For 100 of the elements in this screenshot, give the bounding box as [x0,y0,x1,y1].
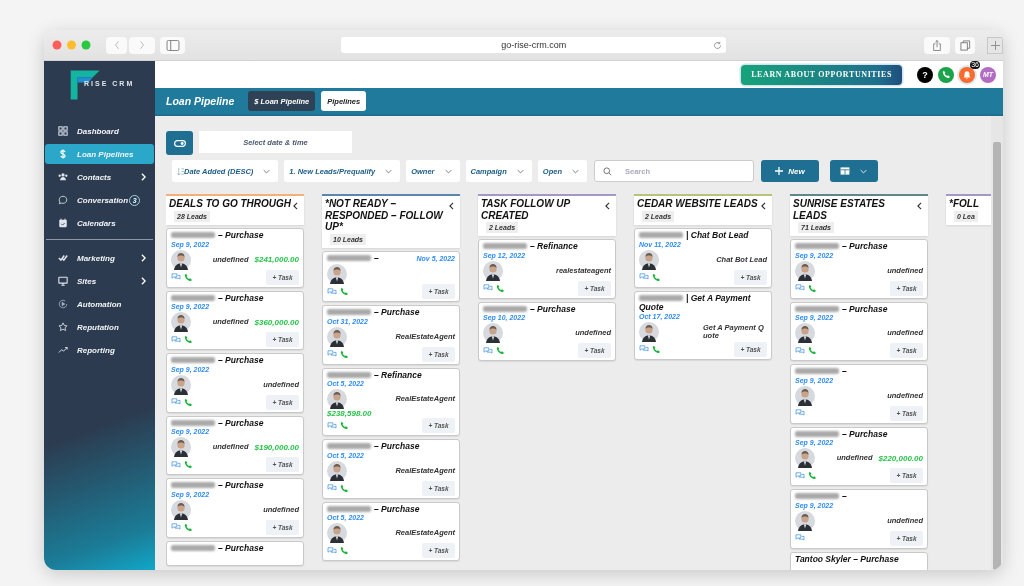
chat-icon[interactable] [171,273,181,281]
tabs-button[interactable] [954,36,976,54]
lead-title: – Purchase [171,356,264,366]
collapse-icon[interactable] [293,202,298,210]
collapse-icon[interactable] [917,202,922,210]
phone-icon[interactable] [808,283,817,293]
lead-title: | Chat Bot Lead [639,231,749,241]
sidebar-item[interactable]: Calendars [45,213,154,233]
sidebar-item[interactable]: Automation [45,294,154,314]
lead-card[interactable]: Tantoo Skyler – Purchase [790,551,928,570]
phone-icon[interactable] [808,471,817,480]
avatar [171,499,191,520]
help-button[interactable]: ? [917,66,933,83]
phone-icon[interactable] [340,349,349,359]
chat-icon[interactable] [795,409,805,417]
lead-title: – Purchase [795,304,888,314]
phone-icon[interactable] [184,460,193,469]
notifications-button[interactable] [959,66,975,83]
address-bar[interactable]: go-rise-crm.com [341,37,727,53]
lead-title: – Purchase [327,442,420,452]
phone-button[interactable] [938,66,954,83]
phone-icon[interactable] [496,346,505,355]
phone-icon[interactable] [340,421,349,430]
lead-title: – Purchase [171,481,264,491]
people-icon [58,172,68,182]
lead-card[interactable]: – Purchase [166,540,304,566]
phone-icon[interactable] [340,287,349,296]
column-title: CEDAR WEBSITE LEADS [637,198,759,210]
phone-icon[interactable] [184,522,193,532]
learn-opportunities-button[interactable]: LEARN ABOUT OPPORTUNITIES [741,64,902,85]
chat-icon[interactable] [327,421,337,430]
phone-icon[interactable] [340,483,349,493]
phone-icon[interactable] [184,335,193,344]
chevron-down-icon [860,168,868,174]
collapse-icon[interactable] [449,202,454,210]
chat-icon[interactable] [795,471,805,480]
chat-icon[interactable] [171,335,181,344]
avatar [327,264,347,284]
sidebar-item[interactable]: Sites [45,271,154,291]
phone-icon[interactable] [652,272,661,282]
chat-icon[interactable] [795,534,805,542]
chevron-left-icon [113,40,120,50]
chevron-down-icon [516,168,524,174]
phone-icon[interactable] [340,546,349,555]
chat-icon[interactable] [171,460,181,469]
avatar [483,323,503,343]
chat-icon[interactable] [483,346,493,355]
phone-icon[interactable] [808,346,817,355]
lead-title: – Purchase [327,504,420,514]
view-toggle-button[interactable] [829,160,878,182]
sidebar-toggle-button[interactable] [160,36,186,54]
lead-title: – Purchase [795,429,888,439]
lead-title: – Purchase [171,293,264,303]
collapse-icon[interactable] [605,202,610,210]
column-title: *FOLL [949,198,980,210]
chevron-down-icon [571,168,579,174]
toggle-button[interactable] [166,131,193,155]
sidebar-item[interactable]: Dashboard [45,121,154,141]
chat-icon[interactable] [795,346,805,355]
lead-title: – Refinance [483,242,578,252]
lead-title: – [795,492,847,502]
avatar [795,448,815,468]
sidebar-item[interactable]: Reporting [45,340,154,360]
chat-icon[interactable] [483,284,493,292]
sidebar-item[interactable]: Contacts [45,167,154,187]
phone-icon[interactable] [496,283,505,293]
lead-title: – Purchase [327,308,420,318]
share-button[interactable] [924,36,950,54]
chat-icon[interactable] [327,484,337,492]
chat-icon[interactable] [171,523,181,531]
avatar [795,385,815,406]
chat-icon[interactable] [639,273,649,281]
page-title: Loan Pipeline [166,95,235,107]
phone-icon [941,70,951,79]
chat-icon[interactable] [327,350,337,358]
collapse-icon[interactable] [761,202,766,210]
lead-title: – Purchase [171,418,264,428]
lead-title: – Purchase [171,543,264,553]
reload-icon[interactable] [713,40,723,50]
sidebar-item[interactable]: Marketing [45,248,154,268]
phone-icon[interactable] [652,344,661,354]
sidebar-item[interactable]: Reputation [45,317,154,337]
phone-icon[interactable] [184,397,193,407]
chat-icon[interactable] [327,546,337,555]
scrollbar[interactable] [991,116,1003,570]
chat-icon[interactable] [171,398,181,406]
new-tab-button[interactable] [987,36,1003,54]
new-button[interactable]: New [760,160,819,182]
loan-amount: $220,000.00 [878,453,923,463]
column-title: SUNRISE ESTATES LEADS [793,198,886,221]
lead-title: – Purchase [483,304,576,314]
tabs-icon [959,39,971,51]
chat-icon[interactable] [639,345,649,353]
phone-icon[interactable] [184,272,193,282]
chat-icon[interactable] [327,287,337,296]
avatar [483,260,503,281]
column-title: *NOT READY – RESPONDED – FOLLOW UP* [325,198,445,233]
search-icon [602,166,612,176]
chat-icon[interactable] [795,284,805,292]
plus-icon [775,167,784,175]
